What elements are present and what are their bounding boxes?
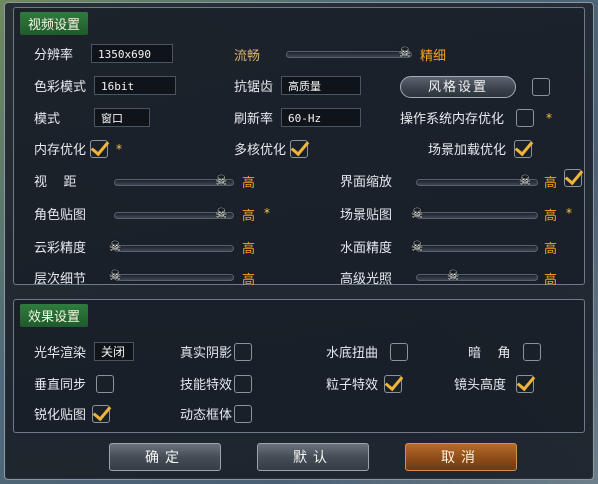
default-button[interactable]: 默认 xyxy=(257,443,369,471)
sharpen-texture-label: 锐化贴图 xyxy=(34,408,87,423)
cloud-detail-label: 云彩精度 xyxy=(34,241,87,256)
advanced-lighting-knob-icon[interactable]: ☠ xyxy=(443,266,463,286)
section-title-effects: 效果设置 xyxy=(20,304,89,327)
scene-texture-label: 场景贴图 xyxy=(340,208,393,223)
multicore-opt-label: 多核优化 xyxy=(234,143,287,158)
water-detail-value: 高 xyxy=(544,242,558,257)
lod-label: 层次细节 xyxy=(34,272,87,287)
underwater-distortion-checkbox[interactable] xyxy=(390,342,409,361)
quality-slider-knob-icon[interactable]: ☠ xyxy=(395,43,415,63)
style-settings-button[interactable]: 风格设置 xyxy=(400,76,516,98)
advanced-lighting-value: 高 xyxy=(544,273,558,288)
antialias-dropdown[interactable]: 高质量 xyxy=(281,76,362,95)
refresh-rate-dropdown[interactable]: 60-Hz xyxy=(281,108,362,127)
vignette-checkbox[interactable] xyxy=(522,342,541,361)
video-settings-window: 视频设置 分辨率 1350x690 流畅 ☠ 精细 色彩模式 16bit 抗锯齿… xyxy=(4,2,594,480)
vsync-checkbox[interactable] xyxy=(96,374,115,393)
skill-effects-label: 技能特效 xyxy=(180,378,233,393)
effects-settings-section: 效果设置 光华渲染 关闭 真实阴影 水底扭曲 暗 角 垂直同步 技能特效 粒子特… xyxy=(13,299,585,433)
memory-opt-checkbox[interactable] xyxy=(90,139,109,158)
color-mode-dropdown[interactable]: 16bit xyxy=(94,76,177,95)
char-texture-knob-icon[interactable]: ☠ xyxy=(211,204,231,224)
char-texture-label: 角色贴图 xyxy=(34,208,87,223)
char-texture-value: 高 xyxy=(242,209,256,224)
view-distance-slider[interactable]: ☠ xyxy=(114,173,234,189)
refresh-rate-label: 刷新率 xyxy=(234,112,274,127)
quality-slider[interactable]: ☠ xyxy=(286,45,412,61)
antialias-label: 抗锯齿 xyxy=(234,80,274,95)
dynamic-frame-checkbox[interactable] xyxy=(234,404,253,423)
memory-opt-star-icon: * xyxy=(116,141,123,156)
scene-texture-star-icon: * xyxy=(566,206,572,220)
video-settings-section: 视频设置 分辨率 1350x690 流畅 ☠ 精细 色彩模式 16bit 抗锯齿… xyxy=(13,7,585,288)
vignette-label: 暗 角 xyxy=(468,346,511,361)
mode-label: 模式 xyxy=(34,112,61,127)
cloud-detail-slider[interactable]: ☠ xyxy=(109,239,234,255)
real-shadow-label: 真实阴影 xyxy=(180,346,233,361)
view-distance-value: 高 xyxy=(242,176,256,191)
ui-scale-knob-icon[interactable]: ☠ xyxy=(515,171,535,191)
os-memory-star-icon: * xyxy=(546,110,553,125)
memory-opt-label: 内存优化 xyxy=(34,143,87,158)
vsync-label: 垂直同步 xyxy=(34,378,87,393)
cloud-detail-value: 高 xyxy=(242,242,256,257)
bloom-dropdown[interactable]: 关闭 xyxy=(94,342,135,361)
skill-effects-checkbox[interactable] xyxy=(234,374,253,393)
camera-height-label: 镜头高度 xyxy=(454,378,507,393)
scene-texture-slider[interactable]: ☠ xyxy=(411,206,538,222)
style-settings-checkbox[interactable] xyxy=(532,78,550,96)
underwater-distortion-label: 水底扭曲 xyxy=(326,346,379,361)
fine-label: 精细 xyxy=(420,49,447,64)
resolution-label: 分辨率 xyxy=(34,48,74,63)
char-texture-star-icon: * xyxy=(264,206,270,220)
scene-load-opt-label: 场景加载优化 xyxy=(428,143,507,158)
particle-effects-checkbox[interactable] xyxy=(384,374,403,393)
color-mode-label: 色彩模式 xyxy=(34,80,87,95)
mode-dropdown[interactable]: 窗口 xyxy=(94,108,151,127)
fluency-label: 流畅 xyxy=(234,49,261,64)
advanced-lighting-label: 高级光照 xyxy=(340,272,393,287)
lod-slider[interactable]: ☠ xyxy=(109,268,234,284)
scene-load-opt-checkbox[interactable] xyxy=(514,139,533,158)
water-detail-label: 水面精度 xyxy=(340,241,393,256)
water-detail-knob-icon[interactable]: ☠ xyxy=(407,237,427,257)
cancel-button[interactable]: 取消 xyxy=(405,443,517,471)
dynamic-frame-label: 动态框体 xyxy=(180,408,233,423)
bloom-label: 光华渲染 xyxy=(34,346,87,361)
view-distance-label: 视 距 xyxy=(34,175,77,190)
ui-scale-label: 界面缩放 xyxy=(340,175,393,190)
char-texture-slider[interactable]: ☠ xyxy=(114,206,234,222)
ui-scale-checkbox[interactable] xyxy=(564,169,582,187)
advanced-lighting-slider[interactable]: ☠ xyxy=(416,268,538,284)
confirm-button[interactable]: 确定 xyxy=(109,443,221,471)
os-memory-opt-label: 操作系统内存优化 xyxy=(400,112,505,127)
scene-texture-knob-icon[interactable]: ☠ xyxy=(407,204,427,224)
camera-height-checkbox[interactable] xyxy=(516,374,535,393)
section-title-video: 视频设置 xyxy=(20,12,89,35)
lod-value: 高 xyxy=(242,273,256,288)
ui-scale-slider[interactable]: ☠ xyxy=(416,173,538,189)
sharpen-texture-checkbox[interactable] xyxy=(92,404,111,423)
cloud-detail-knob-icon[interactable]: ☠ xyxy=(105,237,125,257)
water-detail-slider[interactable]: ☠ xyxy=(411,239,538,255)
resolution-dropdown[interactable]: 1350x690 xyxy=(91,44,174,63)
real-shadow-checkbox[interactable] xyxy=(234,342,253,361)
particle-effects-label: 粒子特效 xyxy=(326,378,379,393)
ui-scale-value: 高 xyxy=(544,176,558,191)
multicore-opt-checkbox[interactable] xyxy=(290,139,309,158)
lod-knob-icon[interactable]: ☠ xyxy=(105,266,125,286)
view-distance-knob-icon[interactable]: ☠ xyxy=(211,171,231,191)
os-memory-opt-checkbox[interactable] xyxy=(516,108,535,127)
scene-texture-value: 高 xyxy=(544,209,558,224)
